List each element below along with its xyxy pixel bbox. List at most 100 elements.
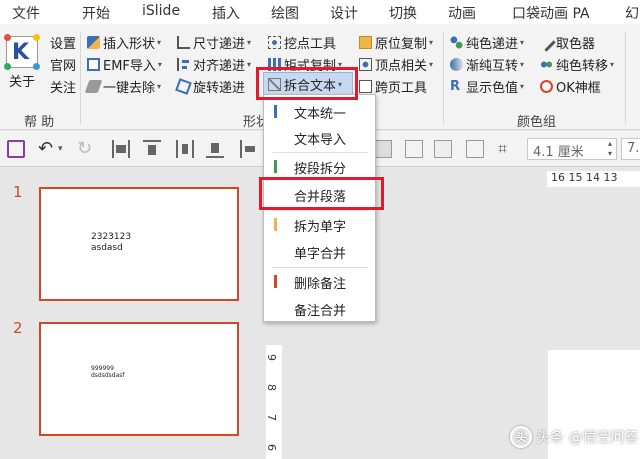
slide-text-line: dsdsdsdasf [91, 372, 125, 379]
slide-text-line: asdasd [91, 243, 123, 253]
insert-shape-label: 插入形状 [103, 36, 156, 52]
solid-color-progression-label: 纯色递进 [466, 36, 519, 52]
gradient-icon [450, 57, 463, 71]
one-click-remove-button[interactable]: 一键去除 ▾ [84, 76, 161, 96]
color-picker-button[interactable]: 取色器 [537, 32, 595, 52]
slide-text-line: 999999 [91, 365, 114, 372]
help-group-label: 帮 助 [24, 115, 55, 130]
page-icon [359, 79, 372, 93]
ok-frame-label: OK神框 [556, 80, 601, 96]
solid-color-progression-button[interactable]: 纯色递进 ▾ [450, 32, 524, 52]
group-divider [625, 32, 626, 124]
undo-dropdown-icon[interactable]: ▾ [58, 140, 76, 158]
redo-icon[interactable]: ↻ [77, 140, 95, 158]
shape-height-field[interactable]: 7. [621, 138, 640, 160]
align-progression-label: 对齐递进 [193, 58, 246, 74]
shape-icon [87, 35, 100, 49]
in-place-copy-button[interactable]: 原位复制 ▾ [359, 32, 433, 52]
menu-bar-icon [274, 105, 277, 118]
send-back-icon[interactable] [466, 140, 484, 158]
tab-islide[interactable]: iSlide [142, 3, 180, 19]
align-top-icon[interactable] [143, 140, 161, 158]
insert-shape-button[interactable]: 插入形状 ▾ [87, 32, 161, 52]
color-dots-icon [450, 35, 463, 49]
emf-import-label: EMF导入 [103, 58, 156, 74]
rotate-progression-button[interactable]: 旋转递进 [175, 76, 246, 96]
rotate-icon [175, 77, 192, 95]
r-letter-icon: R [450, 78, 461, 94]
menu-item-text-unify[interactable]: 文本统一 [264, 99, 375, 125]
align-bottom-icon[interactable] [206, 140, 224, 158]
settings-button[interactable]: 设置 [50, 32, 76, 52]
ok-frame-icon [540, 79, 553, 93]
rotate-progression-label: 旋转递进 [193, 80, 246, 96]
watermark: 头 头条 @悟空问答 [510, 426, 638, 448]
distribute-icon[interactable] [240, 140, 258, 158]
slide-number: 1 [13, 183, 23, 201]
ruler-number: 7 [265, 414, 278, 421]
undo-icon[interactable]: ↶ [38, 140, 56, 158]
menu-item-split-chars[interactable]: 拆为单字 [264, 212, 375, 238]
bring-front-icon[interactable] [434, 140, 452, 158]
eraser-icon [84, 79, 103, 93]
eyedropper-icon [537, 32, 556, 52]
islide-logo-icon[interactable]: K [4, 34, 40, 70]
gradient-solid-convert-button[interactable]: 渐纯互转 ▾ [450, 54, 524, 74]
split-merge-text-label: 拆合文本 [284, 78, 337, 94]
dig-point-icon [268, 35, 281, 49]
size-progression-button[interactable]: 尺寸递进 ▾ [177, 32, 251, 52]
dig-point-tool-button[interactable]: 挖点工具 [268, 32, 336, 52]
spinner-icon[interactable]: ▴ ▾ [608, 139, 612, 159]
slide-text-line: 2323123 [91, 232, 132, 242]
align-left-icon[interactable] [112, 140, 130, 158]
follow-button[interactable]: 关注 [50, 76, 76, 96]
split-merge-text-content[interactable]: 拆合文本 ▾ [268, 74, 342, 94]
tab-insert[interactable]: 插入 [212, 3, 240, 23]
solid-color-transfer-button[interactable]: 纯色转移 ▾ [540, 54, 614, 74]
toutiao-logo-icon: 头 [510, 426, 532, 448]
about-button[interactable]: 关于 [9, 70, 35, 90]
align-center-icon[interactable] [176, 140, 194, 158]
vertex-related-label: 顶点相关 [375, 58, 428, 74]
shape-height-value: 7. [627, 141, 640, 156]
slide-thumbnail-1[interactable]: 2323123 asdasd [39, 187, 239, 301]
menu-item-merge-notes[interactable]: 备注合并 [264, 296, 375, 322]
tab-more[interactable]: 幻 [625, 3, 639, 23]
shape-width-field[interactable]: 4.1 厘米 ▴ ▾ [527, 138, 617, 160]
copy-icon [359, 35, 372, 49]
save-icon[interactable] [7, 140, 25, 158]
transfer-icon [540, 57, 553, 71]
menu-separator [272, 210, 368, 211]
crop-icon[interactable]: ⌗ [498, 140, 516, 158]
tab-transitions[interactable]: 切换 [389, 3, 417, 23]
tab-file[interactable]: 文件 [12, 3, 40, 23]
emf-import-button[interactable]: EMF导入 ▾ [87, 54, 162, 74]
ok-frame-button[interactable]: OK神框 [540, 76, 601, 96]
group-icon[interactable] [374, 140, 392, 158]
show-color-value-label: 显示色值 [466, 80, 519, 96]
menu-item-merge-chars[interactable]: 单字合并 [264, 239, 375, 265]
vertex-icon [359, 57, 372, 71]
menu-item-text-import[interactable]: 文本导入 [264, 125, 375, 151]
ruler-number: 6 [265, 444, 278, 451]
tab-home[interactable]: 开始 [82, 3, 110, 23]
menu-bar-icon [274, 160, 277, 173]
ribbon-tab-bar: 文件 开始 iSlide 插入 绘图 设计 切换 动画 口袋动画 PA 幻 [0, 0, 640, 24]
in-place-copy-label: 原位复制 [375, 36, 428, 52]
slide-thumbnail-2[interactable]: 999999 dsdsdsdasf [39, 322, 239, 436]
website-button[interactable]: 官网 [50, 54, 76, 74]
tab-pocket-animation[interactable]: 口袋动画 PA [512, 3, 590, 23]
menu-bar-icon [274, 275, 277, 288]
tab-design[interactable]: 设计 [330, 3, 358, 23]
ungroup-icon[interactable] [405, 140, 423, 158]
tab-draw[interactable]: 绘图 [271, 3, 299, 23]
cross-page-tool-button[interactable]: 跨页工具 [359, 76, 427, 96]
menu-item-delete-notes[interactable]: 删除备注 [264, 269, 375, 295]
cross-page-tool-label: 跨页工具 [375, 80, 428, 96]
menu-separator [272, 152, 368, 153]
show-color-value-button[interactable]: R 显示色值 ▾ [450, 76, 524, 96]
ruler-number: 8 [265, 384, 278, 391]
vertex-related-button[interactable]: 顶点相关 ▾ [359, 54, 433, 74]
align-progression-button[interactable]: 对齐递进 ▾ [177, 54, 251, 74]
tab-animations[interactable]: 动画 [448, 3, 476, 23]
